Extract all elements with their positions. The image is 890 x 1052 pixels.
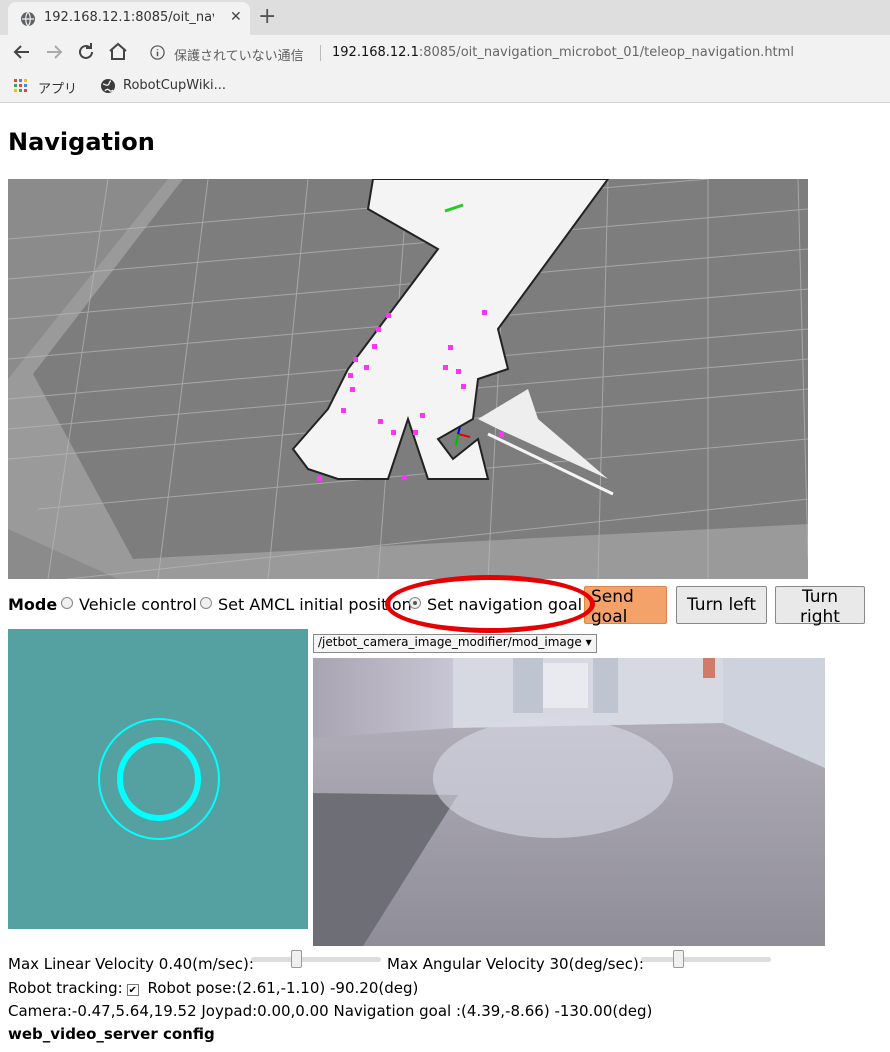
camera-video-feed bbox=[313, 658, 825, 946]
separator bbox=[320, 45, 321, 61]
radio-vehicle-control[interactable] bbox=[61, 597, 73, 609]
globe-icon bbox=[101, 79, 115, 93]
velocity-controls-row: Max Linear Velocity 0.40(m/sec): Max Ang… bbox=[8, 950, 890, 977]
new-tab-icon[interactable]: + bbox=[258, 4, 276, 29]
send-goal-button[interactable]: Send goal bbox=[584, 586, 667, 627]
joypad-ring-icon bbox=[98, 718, 220, 840]
url-host: 192.168.12.1 bbox=[332, 45, 419, 60]
max-linear-velocity-label: Max Linear Velocity 0.40(m/sec): bbox=[8, 955, 254, 973]
turn-right-button[interactable]: Turn right bbox=[775, 586, 865, 627]
camera-topic-value: /jetbot_camera_image_modifier/mod_image bbox=[318, 635, 582, 649]
status-line: Camera:-0.47,5.64,19.52 Joypad:0.00,0.00… bbox=[8, 1002, 653, 1020]
tab-title: 192.168.12.1:8085/oit_navigation_microbo… bbox=[44, 10, 214, 25]
security-label: 保護されていない通信 bbox=[174, 49, 304, 64]
radio-label-set-amcl-initial-position[interactable]: Set AMCL initial position bbox=[218, 595, 412, 614]
max-angular-velocity-slider[interactable] bbox=[641, 950, 771, 968]
virtual-joypad[interactable] bbox=[8, 629, 308, 929]
close-icon[interactable]: ✕ bbox=[230, 9, 242, 25]
browser-toolbar: 保護されていない通信 192.168.12.1:8085/oit_navigat… bbox=[0, 35, 890, 70]
reload-icon[interactable] bbox=[74, 40, 98, 64]
radio-set-amcl-initial-position[interactable] bbox=[200, 597, 212, 609]
back-icon[interactable] bbox=[10, 40, 34, 64]
bookmark-robotcupwiki[interactable]: RobotCupWiki... bbox=[123, 78, 226, 93]
max-linear-velocity-slider[interactable] bbox=[251, 950, 381, 968]
bookmarks-bar: アプリ RobotCupWiki... bbox=[0, 70, 890, 103]
max-angular-velocity-label: Max Angular Velocity 30(deg/sec): bbox=[387, 955, 644, 973]
radio-label-vehicle-control[interactable]: Vehicle control bbox=[79, 595, 197, 614]
robot-tracking-checkbox[interactable]: ✔ bbox=[126, 984, 139, 996]
red-highlight-annotation bbox=[385, 575, 595, 633]
bookmark-apps[interactable]: アプリ bbox=[38, 78, 77, 97]
mode-label: Mode bbox=[8, 595, 58, 614]
camera-image bbox=[313, 658, 825, 946]
address-bar[interactable]: 保護されていない通信 192.168.12.1:8085/oit_navigat… bbox=[138, 38, 890, 67]
url-text[interactable]: 192.168.12.1:8085/oit_navigation_microbo… bbox=[332, 45, 794, 60]
chevron-down-icon: ▾ bbox=[585, 635, 592, 649]
turn-left-button[interactable]: Turn left bbox=[676, 586, 767, 624]
globe-icon bbox=[21, 11, 35, 27]
info-icon[interactable] bbox=[150, 45, 165, 60]
browser-tab[interactable]: 192.168.12.1:8085/oit_navigation_microbo… bbox=[8, 2, 250, 35]
page-title: Navigation bbox=[8, 128, 155, 156]
map-render bbox=[8, 179, 808, 579]
robot-tracking-label: Robot tracking: bbox=[8, 979, 123, 997]
slider-thumb[interactable] bbox=[673, 950, 685, 968]
browser-tabstrip: 192.168.12.1:8085/oit_navigation_microbo… bbox=[0, 0, 890, 35]
robot-pose: Robot pose:(2.61,-1.10) -90.20(deg) bbox=[147, 979, 419, 997]
slider-thumb[interactable] bbox=[291, 950, 303, 968]
home-icon[interactable] bbox=[106, 40, 130, 64]
robot-tracking-row: Robot tracking: ✔ Robot pose:(2.61,-1.10)… bbox=[8, 979, 418, 997]
camera-topic-select[interactable]: /jetbot_camera_image_modifier/mod_image … bbox=[313, 634, 597, 653]
forward-icon[interactable] bbox=[42, 40, 66, 64]
navigation-map-canvas[interactable] bbox=[8, 179, 808, 579]
url-path: :8085/oit_navigation_microbot_01/teleop_… bbox=[418, 45, 794, 60]
apps-grid-icon[interactable] bbox=[14, 79, 28, 93]
web-video-server-config[interactable]: web_video_server config bbox=[8, 1025, 215, 1043]
